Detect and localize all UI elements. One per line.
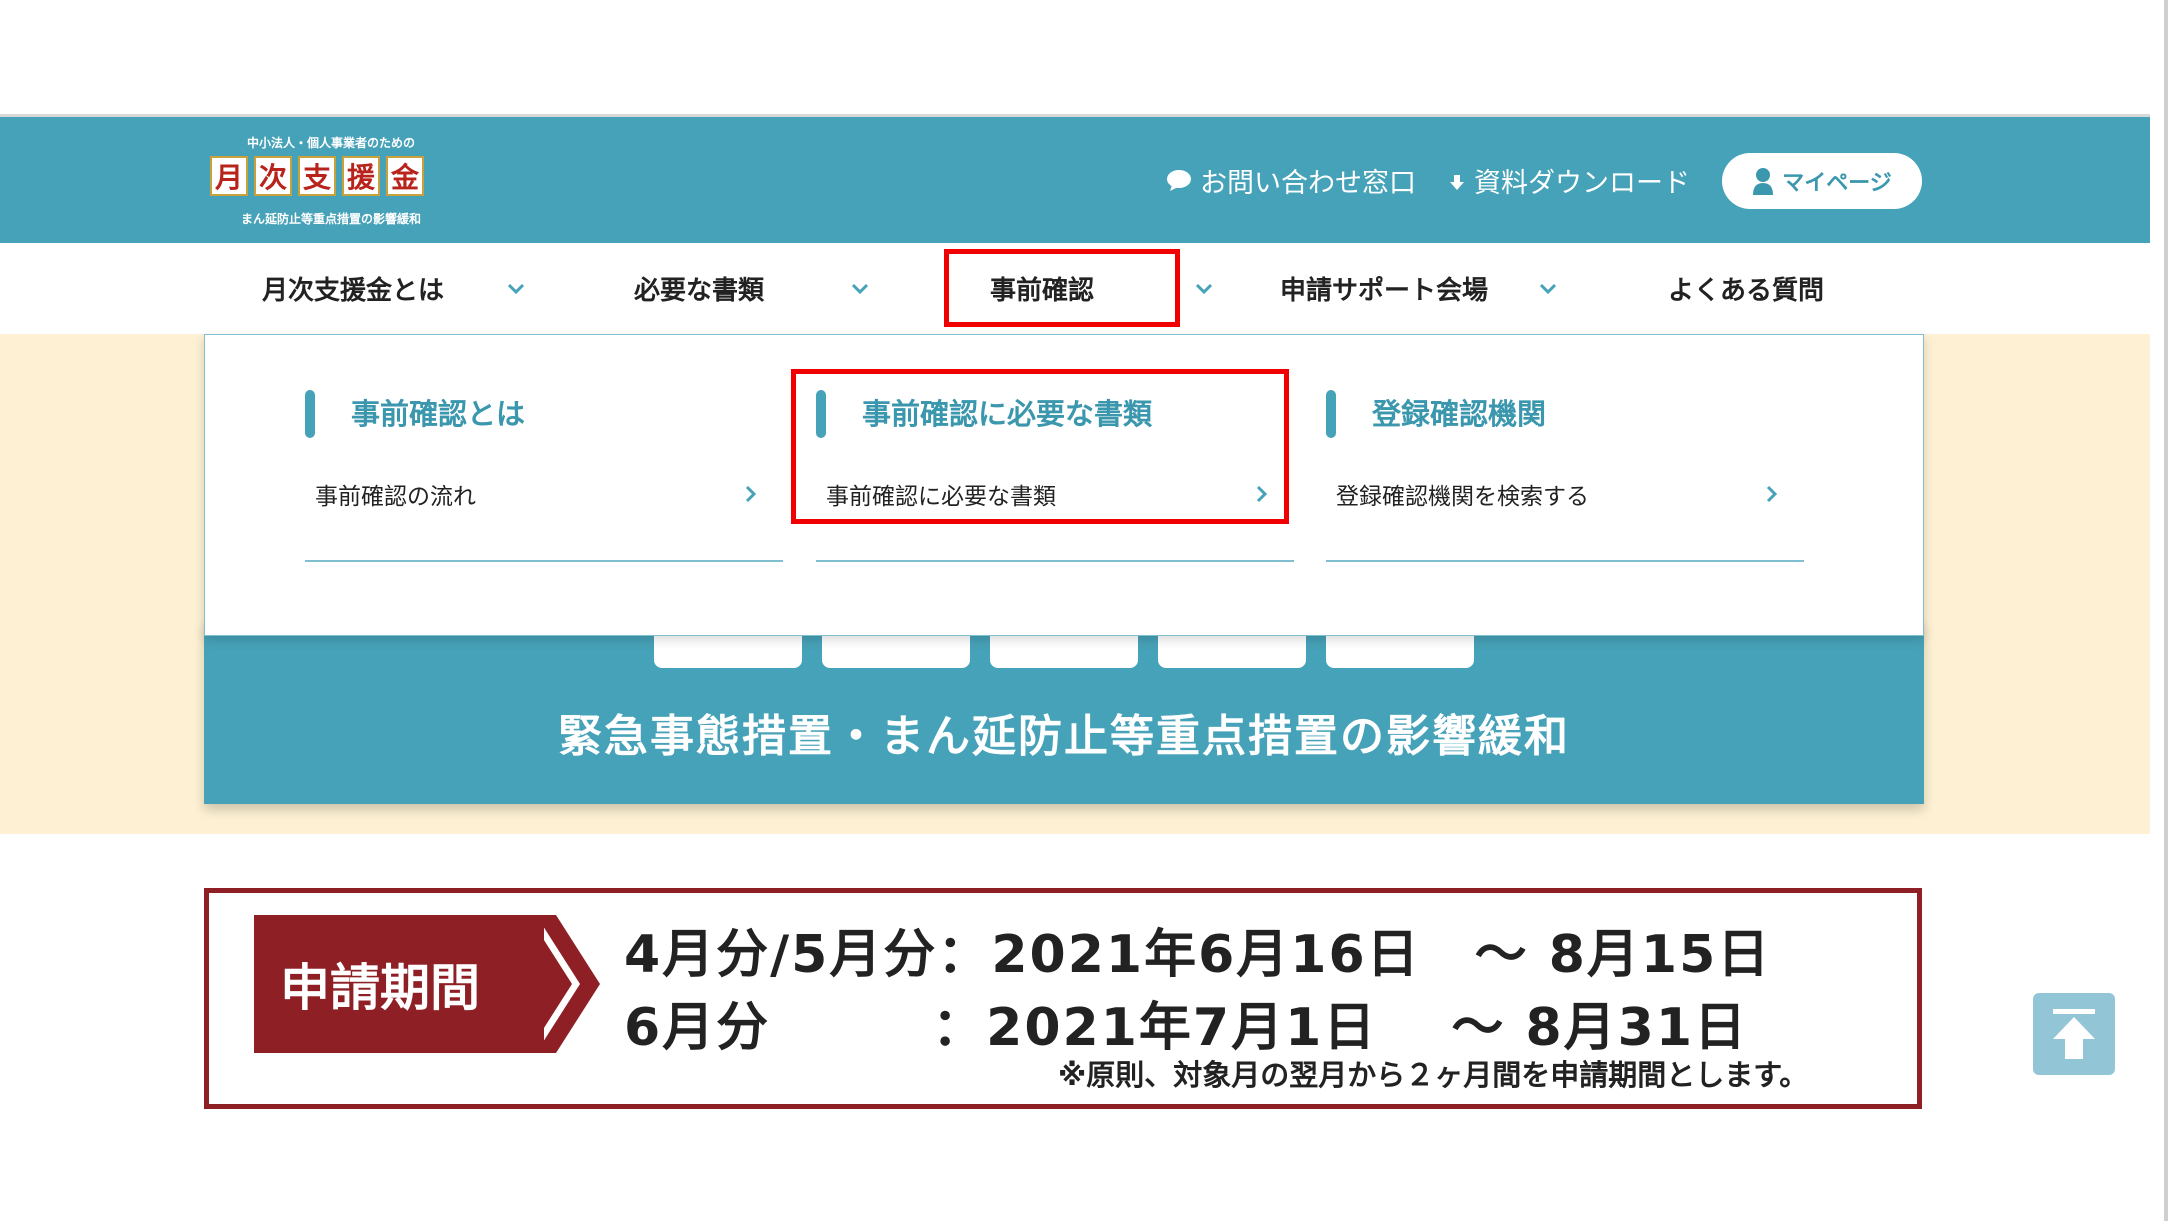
nav-item-label: 月次支援金とは: [262, 276, 445, 306]
back-to-top-button[interactable]: [2033, 993, 2115, 1075]
logo-tagline-bottom: まん延防止等重点措置の影響緩和: [240, 212, 421, 226]
hero-heading: 緊急事態措置・まん延防止等重点措置の影響緩和: [558, 711, 1570, 762]
column-link[interactable]: 事前確認の流れ: [315, 477, 476, 511]
nav-item-support-venue[interactable]: 申請サポート会場: [1280, 243, 1488, 334]
column-title[interactable]: 登録確認機関: [1372, 391, 1546, 433]
column-divider: [1326, 560, 1804, 562]
download-link[interactable]: 資料ダウンロード: [1448, 160, 1690, 200]
mypage-label: マイページ: [1782, 171, 1892, 196]
column-accent-bar: [1326, 390, 1336, 438]
logo-char: 金: [386, 156, 424, 196]
user-icon: [1753, 168, 1774, 195]
logo-char: 援: [342, 156, 380, 196]
logo-char: 次: [254, 156, 292, 196]
column-divider: [305, 560, 783, 562]
column-divider: [816, 560, 1294, 562]
nav-item-label: よくある質問: [1668, 276, 1825, 306]
column-accent-bar: [305, 390, 315, 438]
logo-tagline-top: 中小法人・個人事業者のための: [246, 136, 415, 150]
download-arrow-icon: [1450, 175, 1464, 190]
chevron-right-icon[interactable]: [741, 481, 761, 507]
nav-item-faq[interactable]: よくある質問: [1668, 243, 1824, 334]
chevron-down-icon[interactable]: [505, 278, 527, 300]
nav-item-documents[interactable]: 必要な書類: [634, 243, 764, 334]
chevron-right-icon[interactable]: [1762, 481, 1782, 507]
speech-bubble-icon: [1167, 170, 1191, 191]
contact-label: お問い合わせ窓口: [1200, 167, 1416, 199]
logo-char: 支: [298, 156, 336, 196]
column-title[interactable]: 事前確認とは: [351, 391, 525, 433]
nav-item-label: 必要な書類: [634, 276, 765, 306]
mypage-button[interactable]: マイページ: [1722, 153, 1922, 209]
period-note: ※原則、対象月の翌月から２ヶ月間を申請期間とします。: [1058, 1058, 1809, 1092]
dropdown-column: 事前確認とは 事前確認の流れ: [305, 335, 783, 637]
dropdown-column: 登録確認機関 登録確認機関を検索する: [1326, 335, 1804, 637]
logo-title: 月 次 支 援 金: [210, 156, 424, 196]
chevron-down-icon[interactable]: [1193, 278, 1215, 300]
chevron-down-icon[interactable]: [1537, 278, 1559, 300]
download-label: 資料ダウンロード: [1474, 167, 1690, 199]
period-row-june: 6月分 ：2021年7月1日 ～ 8月31日: [624, 998, 1749, 1058]
chevron-down-icon[interactable]: [849, 278, 871, 300]
site-logo[interactable]: 中小法人・個人事業者のための 月 次 支 援 金 まん延防止等重点措置の影響緩和: [206, 134, 456, 234]
logo-char: 月: [210, 156, 248, 196]
right-scroll-edge: [2164, 0, 2168, 1221]
column-link[interactable]: 登録確認機関を検索する: [1336, 477, 1589, 511]
nav-item-label: 申請サポート会場: [1280, 276, 1489, 306]
period-row-april-may: 4月分/5月分：2021年6月16日 ～ 8月15日: [624, 925, 1772, 985]
arrow-up-icon: [2053, 1009, 2095, 1059]
double-chevron-icon: [500, 915, 600, 1053]
nav-item-about[interactable]: 月次支援金とは: [262, 243, 444, 334]
highlight-box-nav: [944, 249, 1180, 327]
contact-link[interactable]: お問い合わせ窓口: [1166, 160, 1416, 200]
highlight-box-dropdown: [791, 369, 1289, 524]
